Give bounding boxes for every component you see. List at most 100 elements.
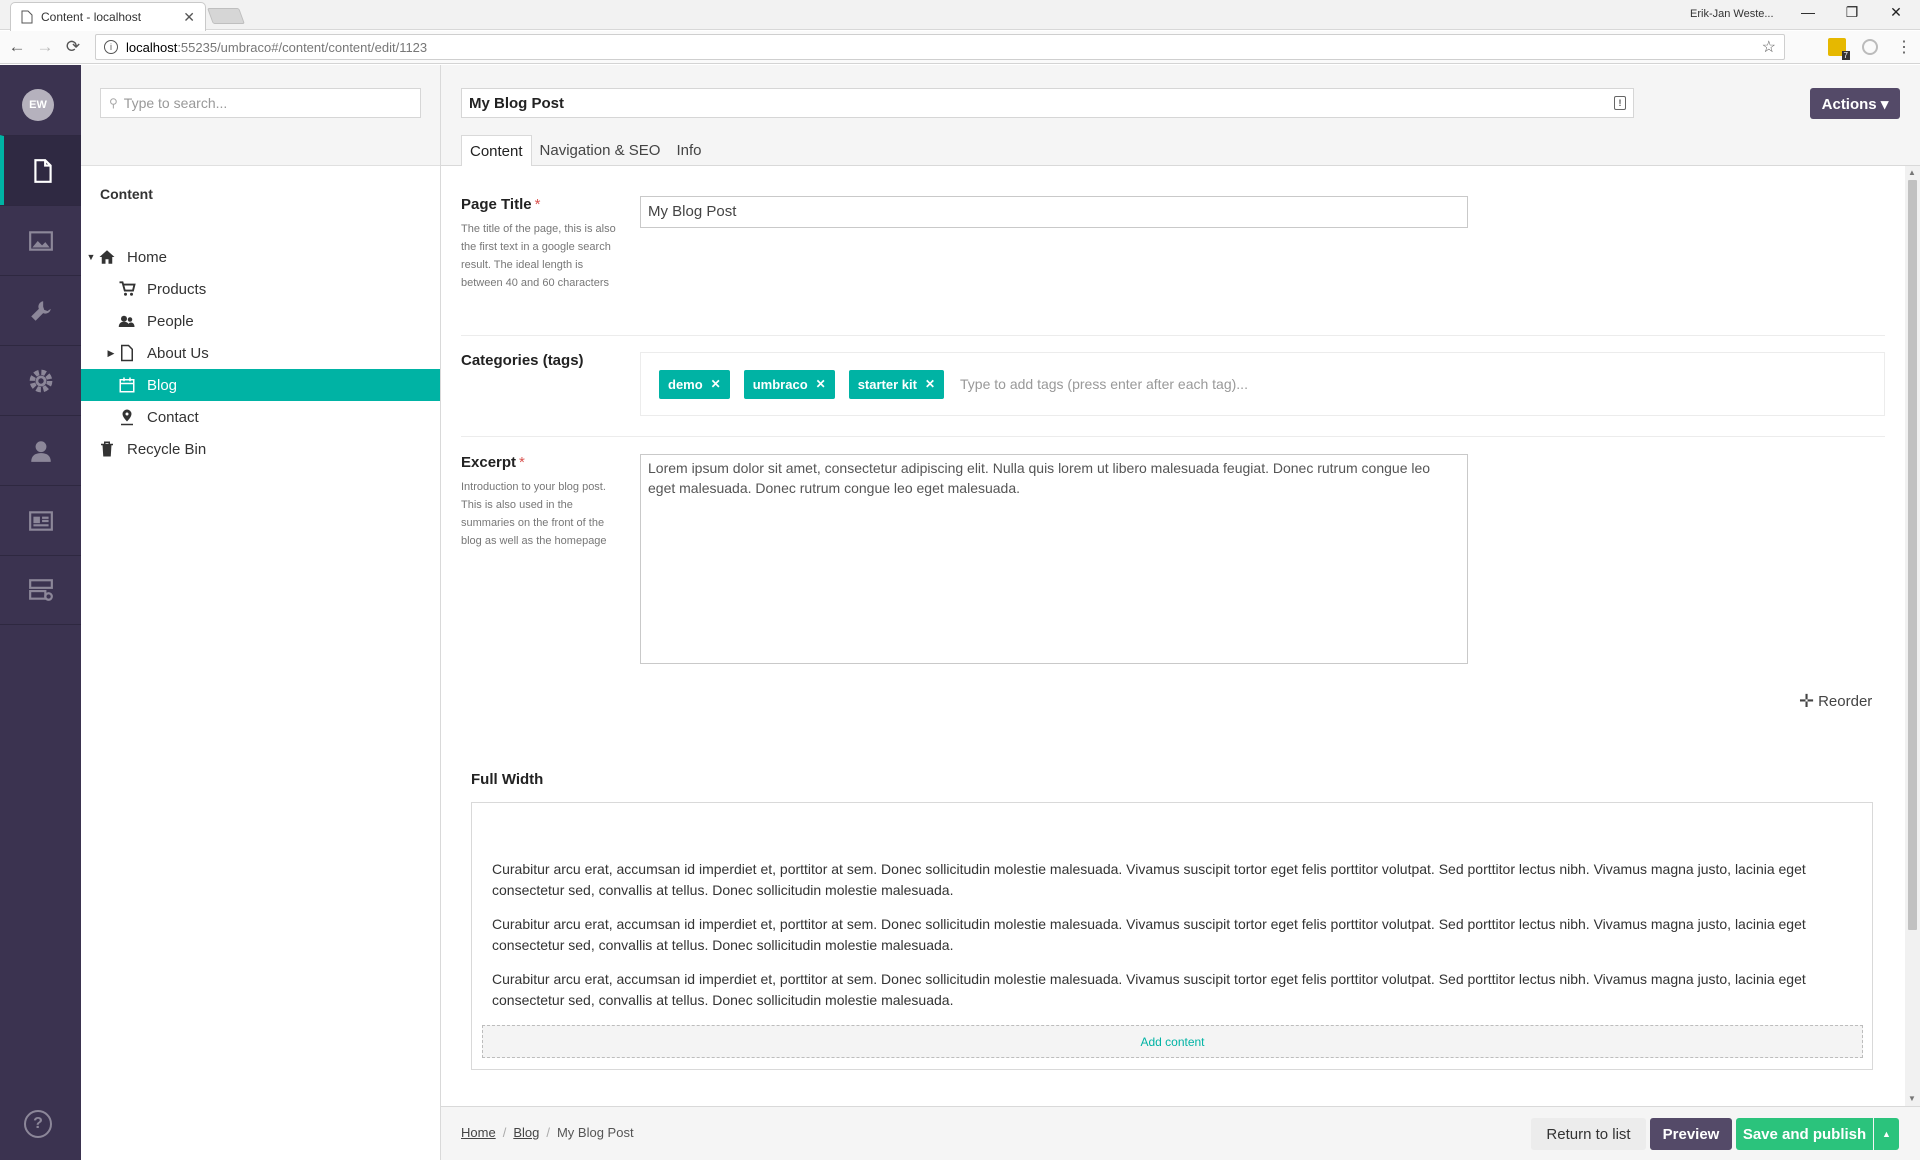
grid-section-title: Full Width [471, 771, 544, 788]
tag-label: demo [668, 376, 703, 392]
save-and-publish-button[interactable]: Save and publish [1736, 1118, 1873, 1150]
grid-paragraph[interactable]: Curabitur arcu erat, accumsan id imperdi… [492, 969, 1862, 1011]
id-card-icon [28, 510, 53, 531]
maximize-button[interactable]: ❐ [1842, 4, 1862, 21]
tree-item-label: Products [147, 280, 207, 298]
url-field[interactable]: i localhost:55235/umbraco#/content/conte… [95, 34, 1785, 60]
tree-search-placeholder: Type to search... [123, 95, 228, 111]
breadcrumb-blog[interactable]: Blog [513, 1125, 539, 1140]
home-icon [97, 247, 117, 267]
section-navigation: EW ? [0, 65, 81, 1160]
tab-info[interactable]: Info [668, 135, 709, 166]
minimize-button[interactable]: — [1798, 4, 1818, 20]
tag-label: umbraco [752, 376, 808, 392]
url-host: localhost [126, 39, 178, 55]
required-marker: * [534, 196, 541, 213]
tab-content[interactable]: Content [461, 135, 532, 167]
add-content-button[interactable]: Add content [482, 1025, 1863, 1058]
gear-icon [29, 369, 52, 392]
scroll-down-icon[interactable]: ▼ [1908, 1094, 1916, 1103]
excerpt-label: Excerpt * [461, 454, 525, 471]
image-icon [28, 230, 53, 251]
content-tree: ⚲ Type to search... Content ▼ Home Produ… [81, 65, 441, 1160]
tree-item-blog[interactable]: Blog [81, 369, 440, 401]
move-icon: ✛ [1799, 691, 1815, 711]
browser-tab-title: Content - localhost [41, 10, 142, 24]
tree-item-about-us[interactable]: ▶ About Us [81, 337, 440, 369]
page-title-input[interactable]: My Blog Post [640, 196, 1468, 228]
forward-button[interactable]: → [34, 37, 56, 57]
profile-name[interactable]: Erik-Jan Weste... [1690, 8, 1774, 20]
tree-item-recycle-bin[interactable]: Recycle Bin [81, 433, 440, 465]
grid-paragraph[interactable]: Curabitur arcu erat, accumsan id imperdi… [492, 914, 1862, 956]
site-info-icon[interactable]: i [104, 40, 118, 54]
people-icon [117, 311, 137, 331]
section-settings[interactable] [0, 275, 81, 345]
scrollbar-thumb[interactable] [1908, 180, 1917, 930]
page-title-label-text: Page Title [461, 196, 532, 213]
expand-caret-icon[interactable]: ▼ [85, 252, 97, 262]
remove-tag-icon[interactable]: ✕ [711, 377, 721, 391]
tag-demo: demo ✕ [659, 369, 730, 399]
tree-item-home[interactable]: ▼ Home [81, 241, 440, 273]
section-content[interactable] [0, 135, 81, 205]
reorder-button[interactable]: ✛ Reorder [1799, 691, 1872, 712]
tree-item-contact[interactable]: Contact [81, 401, 440, 433]
grid-paragraph[interactable]: Curabitur arcu erat, accumsan id imperdi… [492, 859, 1862, 901]
tab-navigation-seo[interactable]: Navigation & SEO [532, 135, 669, 166]
back-button[interactable]: ← [6, 37, 28, 57]
editor-content: Page Title * The title of the page, this … [441, 166, 1905, 1106]
vertical-scrollbar[interactable]: ▲ ▼ [1905, 166, 1920, 1106]
tree-item-people[interactable]: People [81, 305, 440, 337]
tree-item-products[interactable]: Products [81, 273, 440, 305]
tree-search-input[interactable]: ⚲ Type to search... [100, 88, 421, 118]
url-text: localhost:55235/umbraco#/content/content… [126, 40, 1762, 55]
new-tab-button[interactable] [207, 8, 245, 24]
preview-button[interactable]: Preview [1650, 1118, 1732, 1150]
section-members[interactable] [0, 485, 81, 555]
node-name-value: My Blog Post [469, 94, 565, 112]
scroll-up-icon[interactable]: ▲ [1908, 168, 1916, 177]
tree-item-label: Blog [147, 376, 178, 394]
browser-menu-icon[interactable]: ⋮ [1896, 37, 1912, 57]
search-icon: ⚲ [109, 96, 118, 110]
tree-item-label: Recycle Bin [127, 440, 207, 458]
node-name-input[interactable]: My Blog Post ! [461, 88, 1634, 118]
remove-tag-icon[interactable]: ✕ [816, 377, 826, 391]
reload-button[interactable]: ⟳ [62, 37, 84, 57]
close-window-button[interactable]: ✕ [1886, 4, 1906, 21]
tag-starter-kit: starter kit ✕ [848, 369, 945, 399]
bookmark-star-icon[interactable]: ☆ [1762, 37, 1776, 57]
page-title-label: Page Title * [461, 196, 540, 213]
remove-tag-icon[interactable]: ✕ [925, 377, 935, 391]
tag-input[interactable]: Type to add tags (press enter after each… [960, 376, 1248, 392]
section-forms[interactable] [0, 555, 81, 625]
tree-item-label: Contact [147, 408, 199, 426]
browser-tab[interactable]: Content - localhost ✕ [10, 2, 206, 31]
alias-lock-icon[interactable]: ! [1614, 96, 1626, 110]
help-icon[interactable]: ? [24, 1110, 52, 1138]
return-to-list-button[interactable]: Return to list [1531, 1118, 1646, 1150]
tree-heading: Content [100, 186, 153, 202]
tags-editor[interactable]: demo ✕ umbraco ✕ starter kit ✕ Type to add … [640, 352, 1885, 416]
collapse-caret-icon[interactable]: ▶ [105, 348, 117, 359]
tree-item-label: Home [127, 248, 168, 266]
excerpt-textarea[interactable]: Lorem ipsum dolor sit amet, consectetur … [640, 454, 1468, 664]
section-media[interactable] [0, 205, 81, 275]
publish-options-caret-icon[interactable]: ▲ [1874, 1118, 1899, 1150]
avatar[interactable]: EW [22, 89, 54, 121]
breadcrumb: Home / Blog / My Blog Post [461, 1125, 634, 1140]
extension-icon[interactable]: 7 [1828, 38, 1850, 60]
tree-item-label: About Us [147, 344, 209, 362]
tree-search-area: ⚲ Type to search... [81, 65, 440, 166]
section-users[interactable] [0, 415, 81, 485]
actions-button[interactable]: Actions ▾ [1810, 88, 1900, 119]
section-developer[interactable] [0, 345, 81, 415]
extension-icon-2[interactable] [1862, 39, 1878, 55]
excerpt-description: Introduction to your blog post. This is … [461, 481, 607, 547]
browser-tab-strip: Content - localhost ✕ Erik-Jan Weste... … [0, 0, 1920, 31]
map-pin-icon [117, 407, 137, 427]
user-icon [30, 440, 51, 462]
tab-close-icon[interactable]: ✕ [183, 9, 195, 26]
breadcrumb-home[interactable]: Home [461, 1125, 496, 1140]
